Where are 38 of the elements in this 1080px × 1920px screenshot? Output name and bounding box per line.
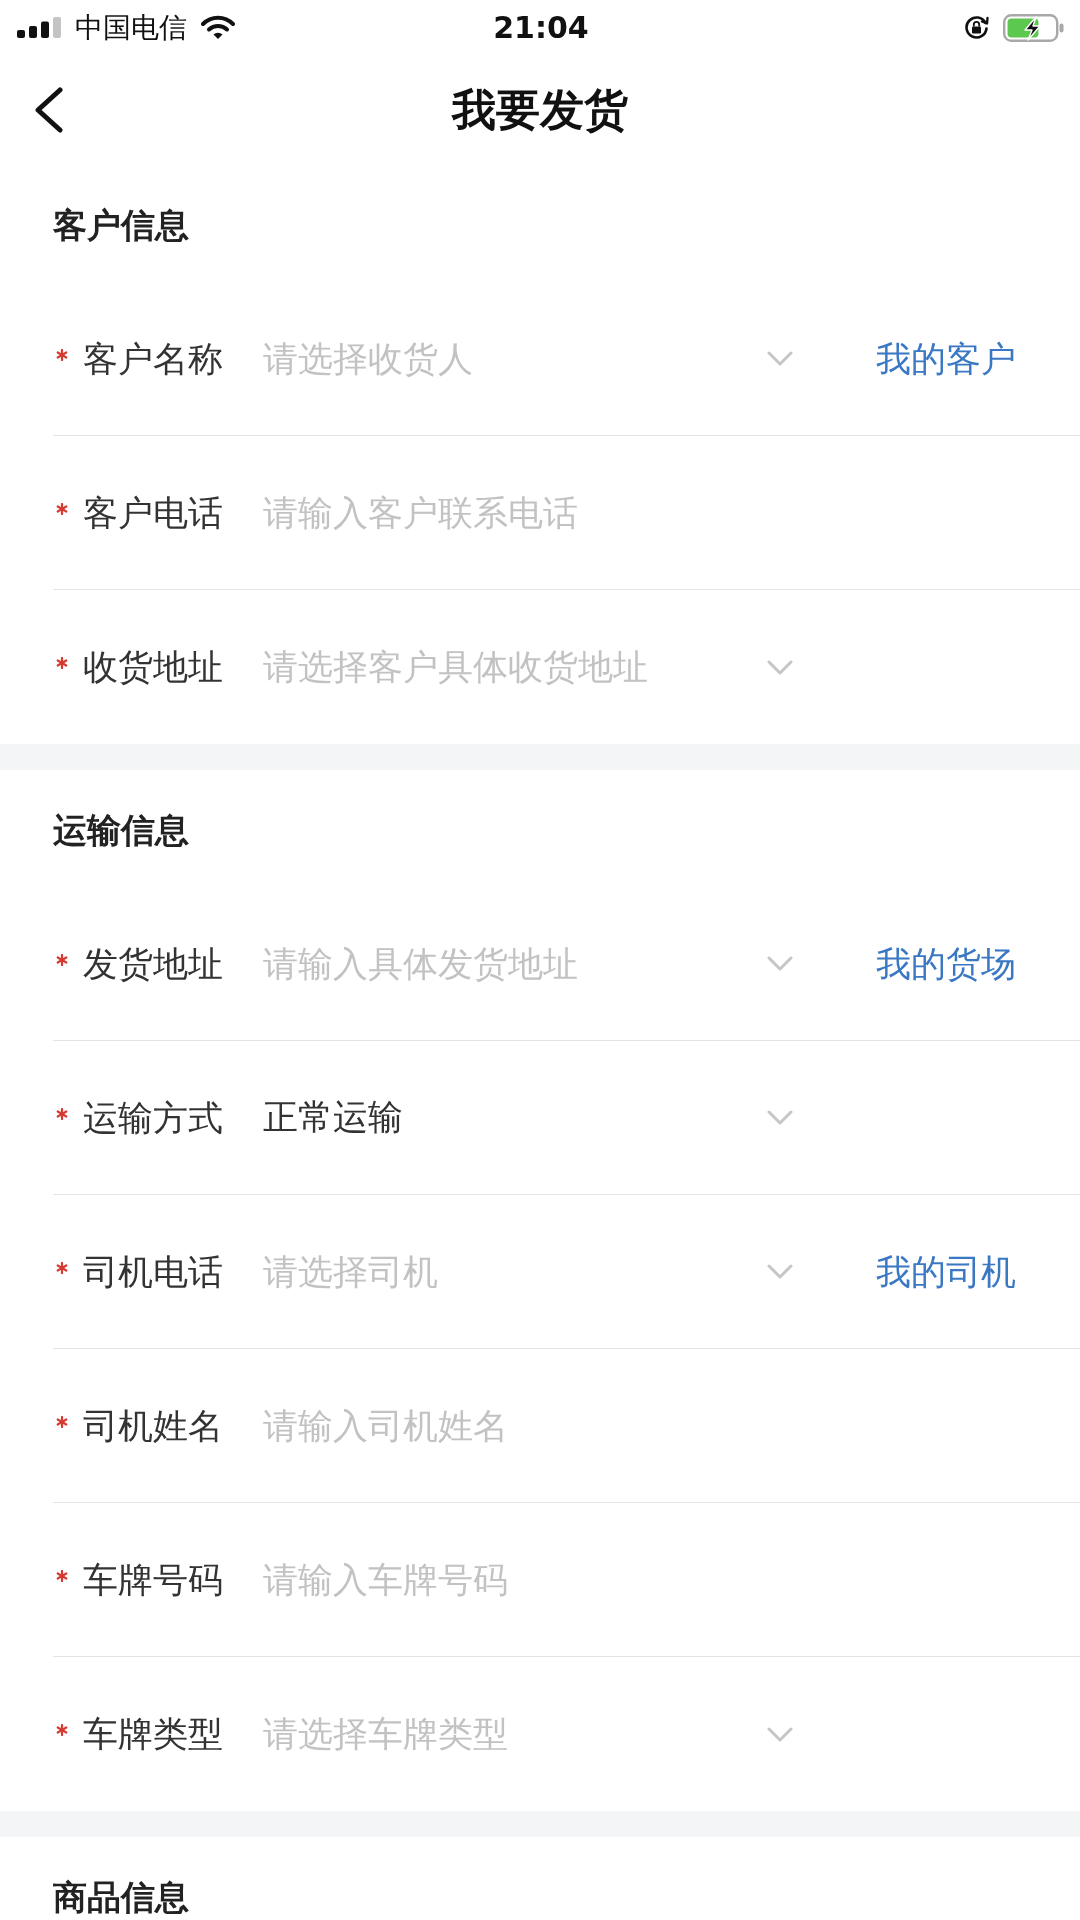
battery-icon [1003, 13, 1065, 42]
input-field[interactable]: 请输入司机姓名 [263, 1400, 793, 1451]
carrier-label: 中国电信 [75, 11, 187, 44]
field-label: 客户电话 [83, 491, 224, 534]
chevron-down-icon [767, 1726, 793, 1742]
rotation-lock-icon [964, 15, 989, 40]
section-title: 运输信息 [53, 810, 189, 850]
picker-link[interactable]: 我的客户 [876, 337, 1016, 380]
select-field[interactable]: 请选择司机 [263, 1246, 767, 1297]
select-field[interactable]: 请选择收货人 [263, 333, 767, 384]
signal-icon [17, 17, 61, 38]
input-field[interactable]: 请输入客户联系电话 [263, 487, 793, 538]
section-title: 客户信息 [53, 205, 189, 245]
page-title: 我要发货 [452, 85, 628, 135]
field-label: 发货地址 [83, 942, 224, 985]
picker-link[interactable]: 我的货场 [876, 942, 1016, 985]
status-time: 21:04 [493, 10, 589, 45]
select-field[interactable]: 请选择车牌类型 [263, 1709, 767, 1759]
chevron-down-icon [767, 956, 793, 971]
wifi-icon [201, 15, 235, 40]
chevron-down-icon [767, 351, 793, 366]
field-label: 收货地址 [83, 646, 224, 688]
select-field[interactable]: 正常运输 [263, 1092, 767, 1143]
input-field[interactable]: 请输入车牌号码 [263, 1554, 793, 1605]
field-label: 运输方式 [83, 1096, 224, 1139]
field-label: 司机姓名 [83, 1404, 224, 1447]
chevron-down-icon [767, 1264, 793, 1279]
field-label: 车牌类型 [83, 1713, 224, 1755]
field-label: 客户名称 [83, 337, 224, 380]
picker-link[interactable]: 我的司机 [876, 1250, 1016, 1293]
chevron-down-icon [767, 659, 793, 675]
field-label: 司机电话 [83, 1250, 224, 1293]
chevron-down-icon [767, 1110, 793, 1125]
select-field[interactable]: 请选择客户具体收货地址 [263, 642, 767, 692]
field-label: 车牌号码 [83, 1558, 224, 1601]
select-field[interactable]: 请输入具体发货地址 [263, 938, 767, 989]
chevron-left-icon [34, 87, 64, 133]
section-title: 商品信息 [53, 1877, 189, 1917]
